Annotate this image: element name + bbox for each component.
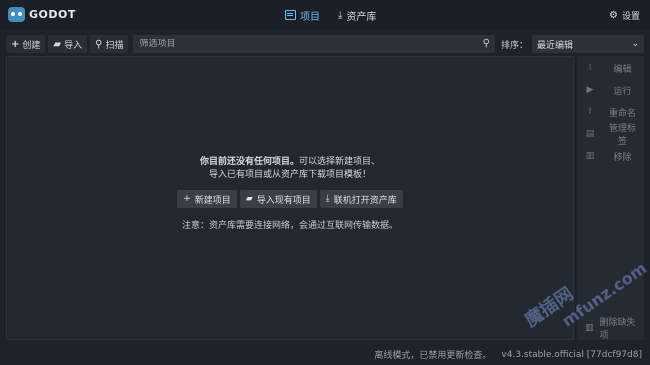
filter-projects-field[interactable]: ⚲ xyxy=(133,35,495,53)
plus-icon: + xyxy=(11,38,20,50)
empty-state: 你目前还没有任何项目。可以选择新建项目、 导入已有项目或从资产库下载项目模板！ … xyxy=(6,156,574,231)
tab-asset-library[interactable]: ⤓ 资产库 xyxy=(335,6,379,24)
sort-label: 排序： xyxy=(500,40,528,51)
settings-button[interactable]: ⚙ 设置 xyxy=(609,9,640,22)
sort-dropdown[interactable]: 最近编辑 ⌄ xyxy=(532,35,644,53)
edit-label: 编辑 xyxy=(613,64,632,75)
remove-button[interactable]: ▥ 移除 xyxy=(577,146,644,166)
manage-tags-label: 管理标签 xyxy=(608,124,636,147)
play-icon: ▶ xyxy=(586,85,594,95)
search-icon: ⚲ xyxy=(95,38,103,50)
run-label: 运行 xyxy=(613,86,632,97)
trash-icon: ▥ xyxy=(585,323,594,333)
status-bar: 离线模式，已禁用更新检查。 v4.3.stable.official [77dc… xyxy=(0,344,650,365)
project-list-icon xyxy=(285,10,296,20)
remove-missing-label: 删除缺失项 xyxy=(599,318,636,341)
text-cursor-icon: I xyxy=(588,107,592,117)
folder-icon: ▰ xyxy=(245,194,253,204)
version-label[interactable]: v4.3.stable.official [77dcf97d8] xyxy=(501,350,642,360)
import-existing-button[interactable]: ▰ 导入现有项目 xyxy=(239,190,317,208)
empty-message: 你目前还没有任何项目。可以选择新建项目、 导入已有项目或从资产库下载项目模板！ xyxy=(6,156,574,182)
chevron-down-icon: ⌄ xyxy=(631,39,639,49)
open-asset-library-button[interactable]: ⤓ 联机打开资产库 xyxy=(319,190,403,208)
remove-label: 移除 xyxy=(613,152,632,163)
create-label: 创建 xyxy=(22,40,41,51)
empty-actions: + 新建项目 ▰ 导入现有项目 ⤓ 联机打开资产库 xyxy=(6,190,574,208)
download-icon: ⤓ xyxy=(338,9,343,21)
network-note: 注意：资产库需要连接网络，会通过互联网传输数据。 xyxy=(181,221,398,231)
pencil-icon: ⁞ xyxy=(588,63,592,73)
rename-button[interactable]: I 重命名 xyxy=(577,102,644,122)
tab-projects-label: 项目 xyxy=(300,11,320,23)
scan-button[interactable]: ⚲ 扫描 xyxy=(90,35,129,53)
new-project-button[interactable]: + 新建项目 xyxy=(177,190,237,208)
rename-label: 重命名 xyxy=(608,108,636,119)
project-actions-panel: ⁞ 编辑 ▶ 运行 I 重命名 ▤ 管理标签 ▥ 移除 ▥ 删除缺失项 xyxy=(577,56,644,341)
sort-value: 最近编辑 xyxy=(537,40,574,51)
run-button[interactable]: ▶ 运行 xyxy=(577,80,644,100)
empty-line2: 导入已有项目或从资产库下载项目模板！ xyxy=(208,170,371,180)
godot-logo-icon xyxy=(8,7,25,22)
tag-icon: ▤ xyxy=(585,129,595,139)
tab-asset-library-label: 资产库 xyxy=(346,11,377,23)
folder-icon: ▰ xyxy=(53,38,62,50)
scan-label: 扫描 xyxy=(105,40,124,51)
new-project-label: 新建项目 xyxy=(194,195,231,206)
create-button[interactable]: + 创建 xyxy=(6,35,46,53)
tab-projects[interactable]: 项目 xyxy=(282,6,323,24)
offline-mode-text: 离线模式，已禁用更新检查。 xyxy=(374,351,492,361)
trash-icon: ▥ xyxy=(585,151,595,161)
import-button[interactable]: ▰ 导入 xyxy=(48,35,88,53)
filter-search-icon: ⚲ xyxy=(482,38,490,49)
settings-label: 设置 xyxy=(621,12,640,22)
remove-missing-button[interactable]: ▥ 删除缺失项 xyxy=(577,318,644,341)
download-icon: ⤓ xyxy=(325,194,330,204)
app-name: GODOT xyxy=(29,8,76,21)
manage-tags-button[interactable]: ▤ 管理标签 xyxy=(577,124,644,147)
top-bar: GODOT 项目 ⤓ 资产库 ⚙ 设置 xyxy=(0,0,650,30)
project-toolbar: + 创建 ▰ 导入 ⚲ 扫描 ⚲ 排序： 最近编辑 ⌄ xyxy=(6,34,644,54)
import-existing-label: 导入现有项目 xyxy=(256,195,311,206)
empty-line1-rest: 可以选择新建项目、 xyxy=(299,157,381,167)
main-tabs: 项目 ⤓ 资产库 xyxy=(282,6,379,24)
app-logo: GODOT xyxy=(8,7,76,22)
empty-line1-bold: 你目前还没有任何项目。 xyxy=(199,157,299,167)
edit-button[interactable]: ⁞ 编辑 xyxy=(577,58,644,78)
open-asset-library-label: 联机打开资产库 xyxy=(333,195,397,206)
settings-sliders-icon: ⚙ xyxy=(609,10,618,21)
plus-icon: + xyxy=(183,194,191,204)
filter-input[interactable] xyxy=(139,39,489,49)
import-label: 导入 xyxy=(64,40,83,51)
